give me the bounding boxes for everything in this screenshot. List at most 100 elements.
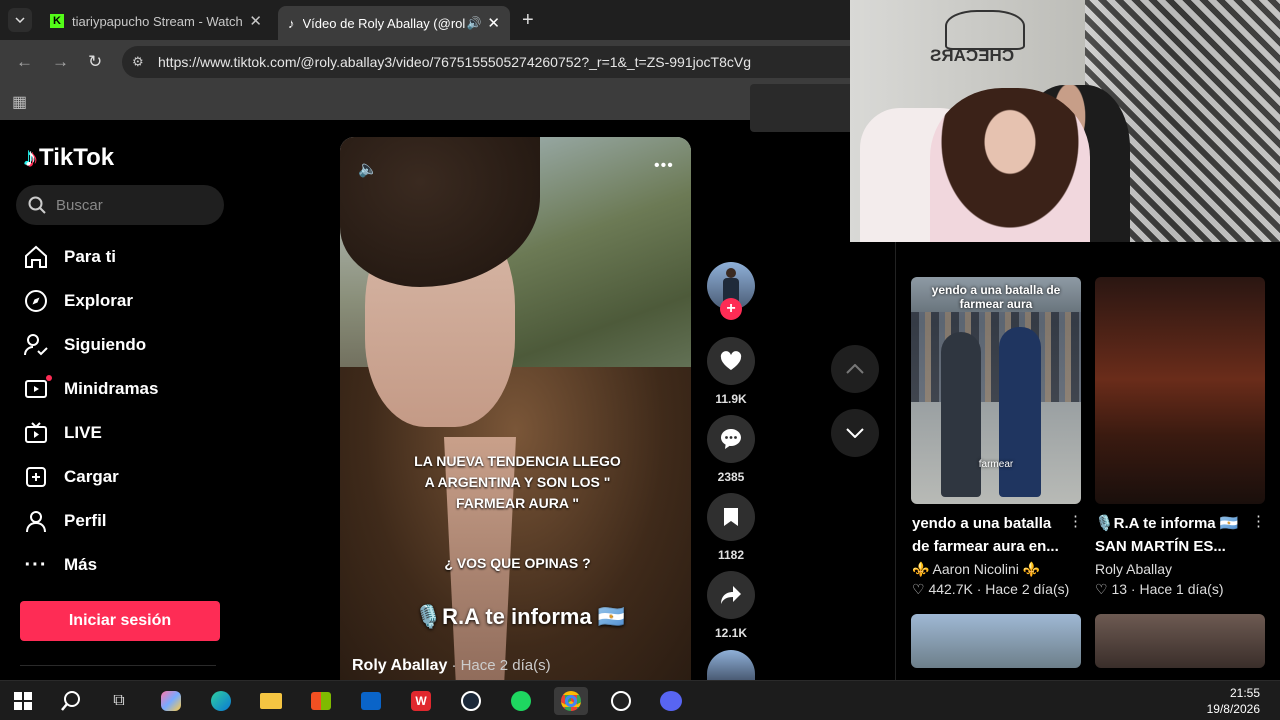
chevron-down-icon [15,17,25,23]
kick-icon: K [50,14,64,28]
search-icon[interactable] [54,687,88,715]
nav-label: Explorar [64,291,133,310]
video-author-line[interactable]: Roly Aballay · Hace 2 día(s) [352,657,551,675]
nav-explorar[interactable]: Explorar [22,286,222,316]
thumbnail-person-right [999,327,1041,497]
tiktok-logo[interactable]: ♪ TikTok [24,142,114,173]
new-tab-button[interactable]: + [522,9,534,32]
tab-search-button[interactable] [8,8,32,32]
volume-icon[interactable]: 🔈 [358,159,378,179]
nav-perfil[interactable]: Perfil [22,506,222,536]
video-more-options-icon[interactable]: ••• [654,157,674,175]
edge-icon[interactable] [204,687,238,715]
wps-icon[interactable]: W [404,687,438,715]
share-button[interactable] [707,571,755,619]
browser-tab-bar: K tiariypapucho Stream - Watch L ✕ ♪ Víd… [0,0,850,40]
related-video-thumbnail[interactable] [911,614,1081,668]
related-video-title[interactable]: yendo a una batalla de farmear aura en..… [912,512,1072,558]
outlook-icon[interactable] [354,687,388,715]
apps-grid-icon[interactable]: ▦ [12,92,27,112]
related-video-meta: ♡ 13 · Hace 1 día(s) [1095,581,1224,598]
related-video-likes: ♡ 13 [1095,581,1128,597]
related-video-author[interactable]: Roly Aballay [1095,561,1172,577]
kebab-menu-icon[interactable]: ⋮ [1251,512,1266,530]
video-author[interactable]: Roly Aballay [352,657,447,674]
related-video-meta: ♡ 442.7K · Hace 2 día(s) [912,581,1069,598]
back-icon[interactable]: ← [16,52,33,72]
task-view-icon[interactable]: ⧉ [102,687,136,715]
notification-dot [46,375,52,381]
tab-kick-stream[interactable]: K tiariypapucho Stream - Watch L ✕ [40,6,272,36]
nav-cargar[interactable]: Cargar [22,462,222,492]
live-tv-icon [22,419,50,447]
site-info-icon[interactable]: ⚙ [132,54,144,70]
windows-icon[interactable] [6,687,40,715]
nav-live[interactable]: LIVE [22,418,222,448]
spotify-icon[interactable] [504,687,538,715]
video-player[interactable]: 🔈 ••• LA NUEVA TENDENCIA LLEGO A ARGENTI… [340,137,691,680]
previous-video-button[interactable] [831,345,879,393]
copilot-icon[interactable] [154,687,188,715]
login-button[interactable]: Iniciar sesión [20,601,220,641]
discord-icon[interactable] [654,687,688,715]
nav-minidramas[interactable]: Minidramas [22,374,222,404]
search-placeholder: Buscar [56,196,103,214]
nav-para-ti[interactable]: Para ti [22,242,222,272]
audio-playing-icon[interactable]: 🔊 [466,16,481,30]
nav-label: Cargar [64,467,119,486]
related-video-author[interactable]: ⚜️ Aaron Nicolini ⚜️ [912,561,1040,578]
comment-count: 2385 [717,470,745,484]
nav-label: Siguiendo [64,335,147,354]
related-video-thumbnail[interactable] [1095,277,1265,504]
share-icon [721,586,741,604]
follow-button[interactable]: + [720,298,742,320]
search-icon [28,196,46,214]
webcam-wall-logo: CHECARS [930,46,1015,65]
comment-button[interactable] [707,415,755,463]
webcam-person-woman [930,88,1090,242]
related-video-title[interactable]: 🎙️R.A te informa 🇦🇷 SAN MARTÍN ES... [1095,512,1245,558]
reload-icon[interactable]: ↻ [88,52,102,72]
file-explorer-icon[interactable] [254,687,288,715]
like-button[interactable] [707,337,755,385]
kebab-menu-icon[interactable]: ⋮ [1068,512,1083,530]
system-clock[interactable]: 21:55 19/8/2026 [1207,685,1260,717]
sidebar-divider [20,665,216,666]
close-tab-icon[interactable]: ✕ [249,12,262,30]
chrome-icon[interactable] [554,687,588,715]
clock-time: 21:55 [1229,686,1260,700]
url-input[interactable]: ⚙ https://www.tiktok.com/@roly.aballay3/… [122,46,882,78]
related-video-thumbnail[interactable] [1095,614,1265,668]
video-caption: LA NUEVA TENDENCIA LLEGO A ARGENTINA Y S… [414,453,621,511]
bookmark-icon [724,508,738,526]
obs-icon[interactable] [604,687,638,715]
related-video-ago: · Hace 1 día(s) [1130,581,1224,597]
thumbnail-caption: yendo a una batalla de farmear aura [931,283,1061,311]
store-icon[interactable] [304,687,338,715]
thumbnail-crowd [911,312,1081,402]
next-video-button[interactable] [831,409,879,457]
nav-mas[interactable]: ··· Más [22,550,222,580]
tab-title: Vídeo de Roly Aballay (@rol [302,15,466,31]
more-icon: ··· [24,553,48,576]
video-brand-text: 🎙️R.A te informa 🇦🇷 [414,604,626,629]
nav-siguiendo[interactable]: Siguiendo [22,330,222,360]
related-video-thumbnail[interactable]: yendo a una batalla de farmear aura farm… [911,277,1081,504]
close-tab-icon[interactable]: ✕ [487,14,500,32]
thumbnail-person-left [941,332,981,497]
car-logo-icon [945,10,1025,50]
following-icon [22,331,50,359]
search-input[interactable]: Buscar [16,185,224,225]
save-button[interactable] [707,493,755,541]
video-caption-question: ¿ VOS QUE OPINAS ? [444,555,591,571]
tab-tiktok-video[interactable]: ♪ Vídeo de Roly Aballay (@rol 🔊 ✕ [278,6,510,40]
steam-icon[interactable] [454,687,488,715]
bookmarks-bar: ▦ [0,84,850,120]
nav-label: Minidramas [64,379,159,398]
webcam-overlay: CHECARS [850,0,1280,242]
heart-icon [720,351,742,370]
music-avatar[interactable] [707,650,755,680]
film-icon [22,375,52,403]
forward-icon[interactable]: → [52,52,69,72]
video-time-ago: · Hace 2 día(s) [451,657,551,674]
